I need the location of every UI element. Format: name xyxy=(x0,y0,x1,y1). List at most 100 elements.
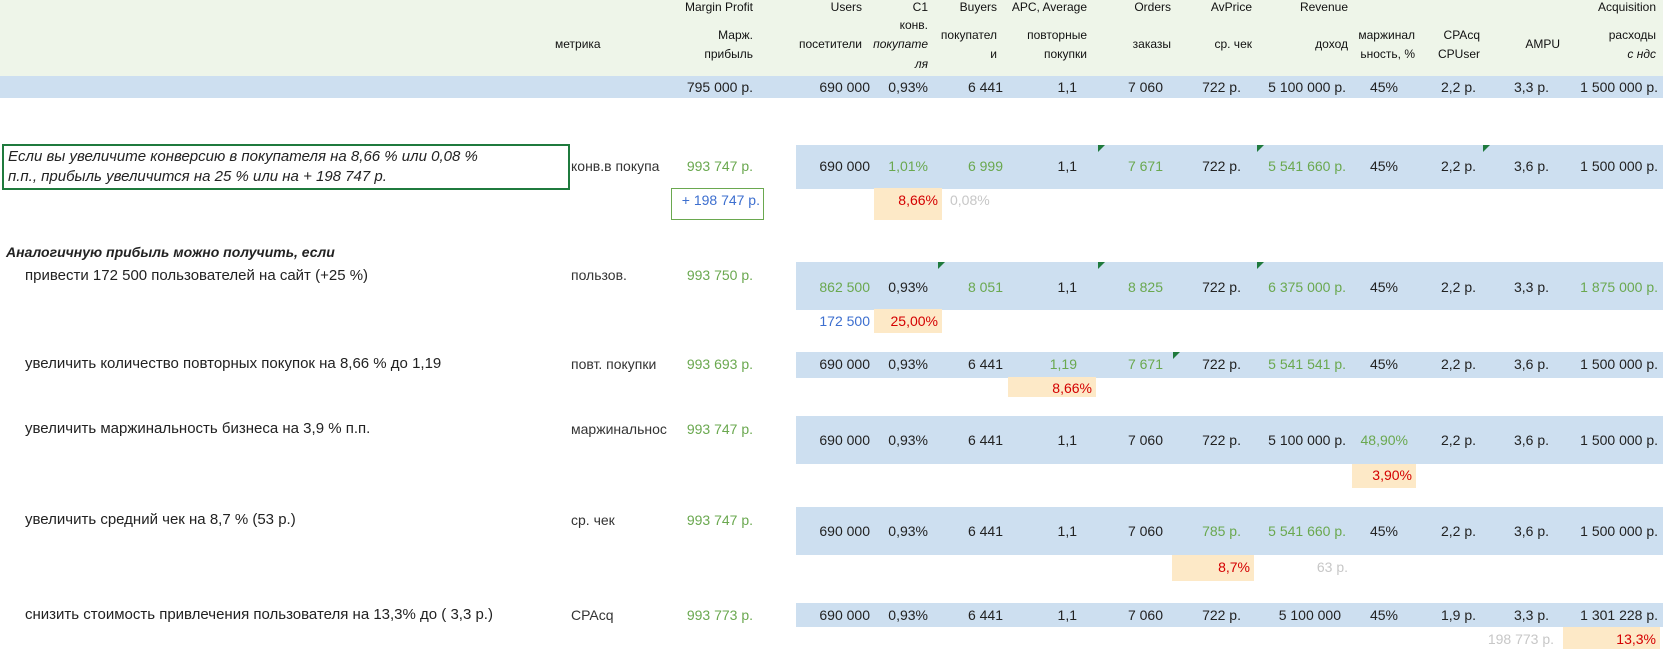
scenario1-acq: 1 500 000 р. xyxy=(1580,158,1658,174)
scenario2-users-delta: 172 500 xyxy=(819,313,870,329)
scenario4-buyers: 6 441 xyxy=(967,432,1003,448)
scenario4-margin: 48,90% xyxy=(1360,432,1408,448)
scenario1-users: 690 000 xyxy=(819,158,870,174)
scenario2-orders: 8 825 xyxy=(1127,279,1163,295)
comment-flag xyxy=(1483,145,1490,152)
scenario1-c1-pp: 0,08% xyxy=(950,192,990,208)
scenario1-delta: + 198 747 р. xyxy=(681,192,760,208)
scenario4-acq: 1 500 000 р. xyxy=(1580,432,1658,448)
header-apc-ru1: повторные xyxy=(1027,28,1087,42)
header-margin-ru2: ьность, % xyxy=(1360,47,1415,61)
scenario5-apc: 1,1 xyxy=(1057,523,1077,539)
similar-profit-title: Аналогичную прибыль можно получить, если xyxy=(6,244,335,260)
scenario6-orders: 7 060 xyxy=(1127,607,1163,623)
base-acq: 1 500 000 р. xyxy=(1580,79,1658,95)
header-c1-ru2: покупате xyxy=(873,37,928,51)
scenario2-margin: 45% xyxy=(1369,279,1398,295)
scenario5-c1: 0,93% xyxy=(888,523,928,539)
base-orders: 7 060 xyxy=(1127,79,1163,95)
comment-flag xyxy=(1173,352,1180,359)
scenario5-avprice-change: 8,7% xyxy=(1218,559,1250,575)
scenario5-acq: 1 500 000 р. xyxy=(1580,523,1658,539)
base-apc: 1,1 xyxy=(1057,79,1077,95)
base-cpacq: 2,2 р. xyxy=(1440,79,1476,95)
scenario4-margin-profit: 993 747 р. xyxy=(686,421,753,437)
scenario4-avprice: 722 р. xyxy=(1202,432,1241,448)
base-c1: 0,93% xyxy=(888,79,928,95)
scenario2-apc: 1,1 xyxy=(1057,279,1077,295)
comment-flag xyxy=(1098,262,1105,269)
header-revenue-en: Revenue xyxy=(1299,0,1348,14)
scenario1-ampu: 3,6 р. xyxy=(1513,158,1549,174)
scenario6-c1: 0,93% xyxy=(888,607,928,623)
scenario2-revenue: 6 375 000 р. xyxy=(1268,279,1346,295)
base-buyers: 6 441 xyxy=(967,79,1003,95)
scenario6-users: 690 000 xyxy=(819,607,870,623)
scenario4-users: 690 000 xyxy=(819,432,870,448)
scenario1-apc: 1,1 xyxy=(1057,158,1077,174)
header-buyers-ru2: и xyxy=(990,47,997,61)
scenario4-margin-change: 3,90% xyxy=(1372,467,1412,483)
scenario6-acq: 1 301 228 р. xyxy=(1580,607,1658,623)
base-revenue: 5 100 000 р. xyxy=(1268,79,1346,95)
base-margin: 45% xyxy=(1369,79,1398,95)
scenario6-ampu: 3,3 р. xyxy=(1513,607,1549,623)
comment-flag xyxy=(1098,145,1105,152)
scenario1-revenue: 5 541 660 р. xyxy=(1268,158,1346,174)
scenario1-cpacq: 2,2 р. xyxy=(1440,158,1476,174)
scenario3-avprice: 722 р. xyxy=(1202,356,1241,372)
header-revenue-ru: доход xyxy=(1315,37,1348,51)
scenario2-users-change: 25,00% xyxy=(890,313,938,329)
scenario1-margin: 45% xyxy=(1369,158,1398,174)
header-margin-profit-en: Margin Profit xyxy=(684,0,753,14)
scenario5-margin: 45% xyxy=(1369,523,1398,539)
scenario1-text-line1: Если вы увеличите конверсию в покупателя… xyxy=(8,148,478,165)
scenario2-acq: 1 875 000 р. xyxy=(1580,279,1658,295)
scenario2-cpacq: 2,2 р. xyxy=(1440,279,1476,295)
header-apc-en: APC, Average xyxy=(1011,0,1087,14)
scenario3-ampu: 3,6 р. xyxy=(1513,356,1549,372)
header-cpuser: CPUser xyxy=(1437,47,1480,61)
scenario6-acq-change: 13,3% xyxy=(1616,631,1656,647)
header-acquisition-ru1: расходы xyxy=(1608,28,1656,42)
header-margin-profit-ru1: Марж. xyxy=(718,28,753,42)
scenario3-margin: 45% xyxy=(1369,356,1398,372)
scenario3-buyers: 6 441 xyxy=(967,356,1003,372)
comment-flag xyxy=(1257,262,1264,269)
scenario4-text: увеличить маржинальность бизнеса на 3,9 … xyxy=(25,420,371,437)
comment-flag xyxy=(938,262,945,269)
scenario4-orders: 7 060 xyxy=(1127,432,1163,448)
scenario4-ampu: 3,6 р. xyxy=(1513,432,1549,448)
scenario1-text-cell[interactable]: Если вы увеличите конверсию в покупателя… xyxy=(2,144,570,190)
header-margin-ru1: маржинал xyxy=(1358,28,1415,42)
scenario2-avprice: 722 р. xyxy=(1202,279,1241,295)
scenario4-revenue: 5 100 000 р. xyxy=(1268,432,1346,448)
scenario5-text: увеличить средний чек на 8,7 % (53 р.) xyxy=(25,511,296,528)
header-margin-profit-ru2: прибыль xyxy=(704,47,753,61)
base-margin-profit: 795 000 р. xyxy=(686,79,753,95)
scenario4-c1: 0,93% xyxy=(888,432,928,448)
scenario5-avprice-delta: 63 р. xyxy=(1316,559,1348,575)
scenario6-cpacq: 1,9 р. xyxy=(1440,607,1476,623)
scenario6-acq-delta: 198 773 р. xyxy=(1487,631,1554,647)
scenario3-apc: 1,19 xyxy=(1049,356,1077,372)
base-users: 690 000 xyxy=(819,79,870,95)
header-avprice-en: AvPrice xyxy=(1210,0,1252,14)
scenario1-c1-change: 8,66% xyxy=(898,192,938,208)
scenario1-margin-profit: 993 747 р. xyxy=(686,158,753,174)
scenario2-buyers: 8 051 xyxy=(967,279,1003,295)
scenario5-orders: 7 060 xyxy=(1127,523,1163,539)
header-cpacq: CPAcq xyxy=(1443,28,1480,42)
scenario5-cpacq: 2,2 р. xyxy=(1440,523,1476,539)
scenario5-ampu: 3,6 р. xyxy=(1513,523,1549,539)
header-acquisition-en: Acquisition xyxy=(1597,0,1656,14)
scenario6-text: снизить стоимость привлечения пользовате… xyxy=(25,606,493,623)
scenario6-margin: 45% xyxy=(1369,607,1398,623)
scenario2-ampu: 3,3 р. xyxy=(1513,279,1549,295)
scenario4-apc: 1,1 xyxy=(1057,432,1077,448)
scenario3-cpacq: 2,2 р. xyxy=(1440,356,1476,372)
scenario2-margin-profit: 993 750 р. xyxy=(686,267,753,283)
scenario6-margin-profit: 993 773 р. xyxy=(686,607,753,623)
header-apc-ru2: покупки xyxy=(1043,47,1087,61)
scenario6-revenue: 5 100 000 xyxy=(1278,607,1341,623)
